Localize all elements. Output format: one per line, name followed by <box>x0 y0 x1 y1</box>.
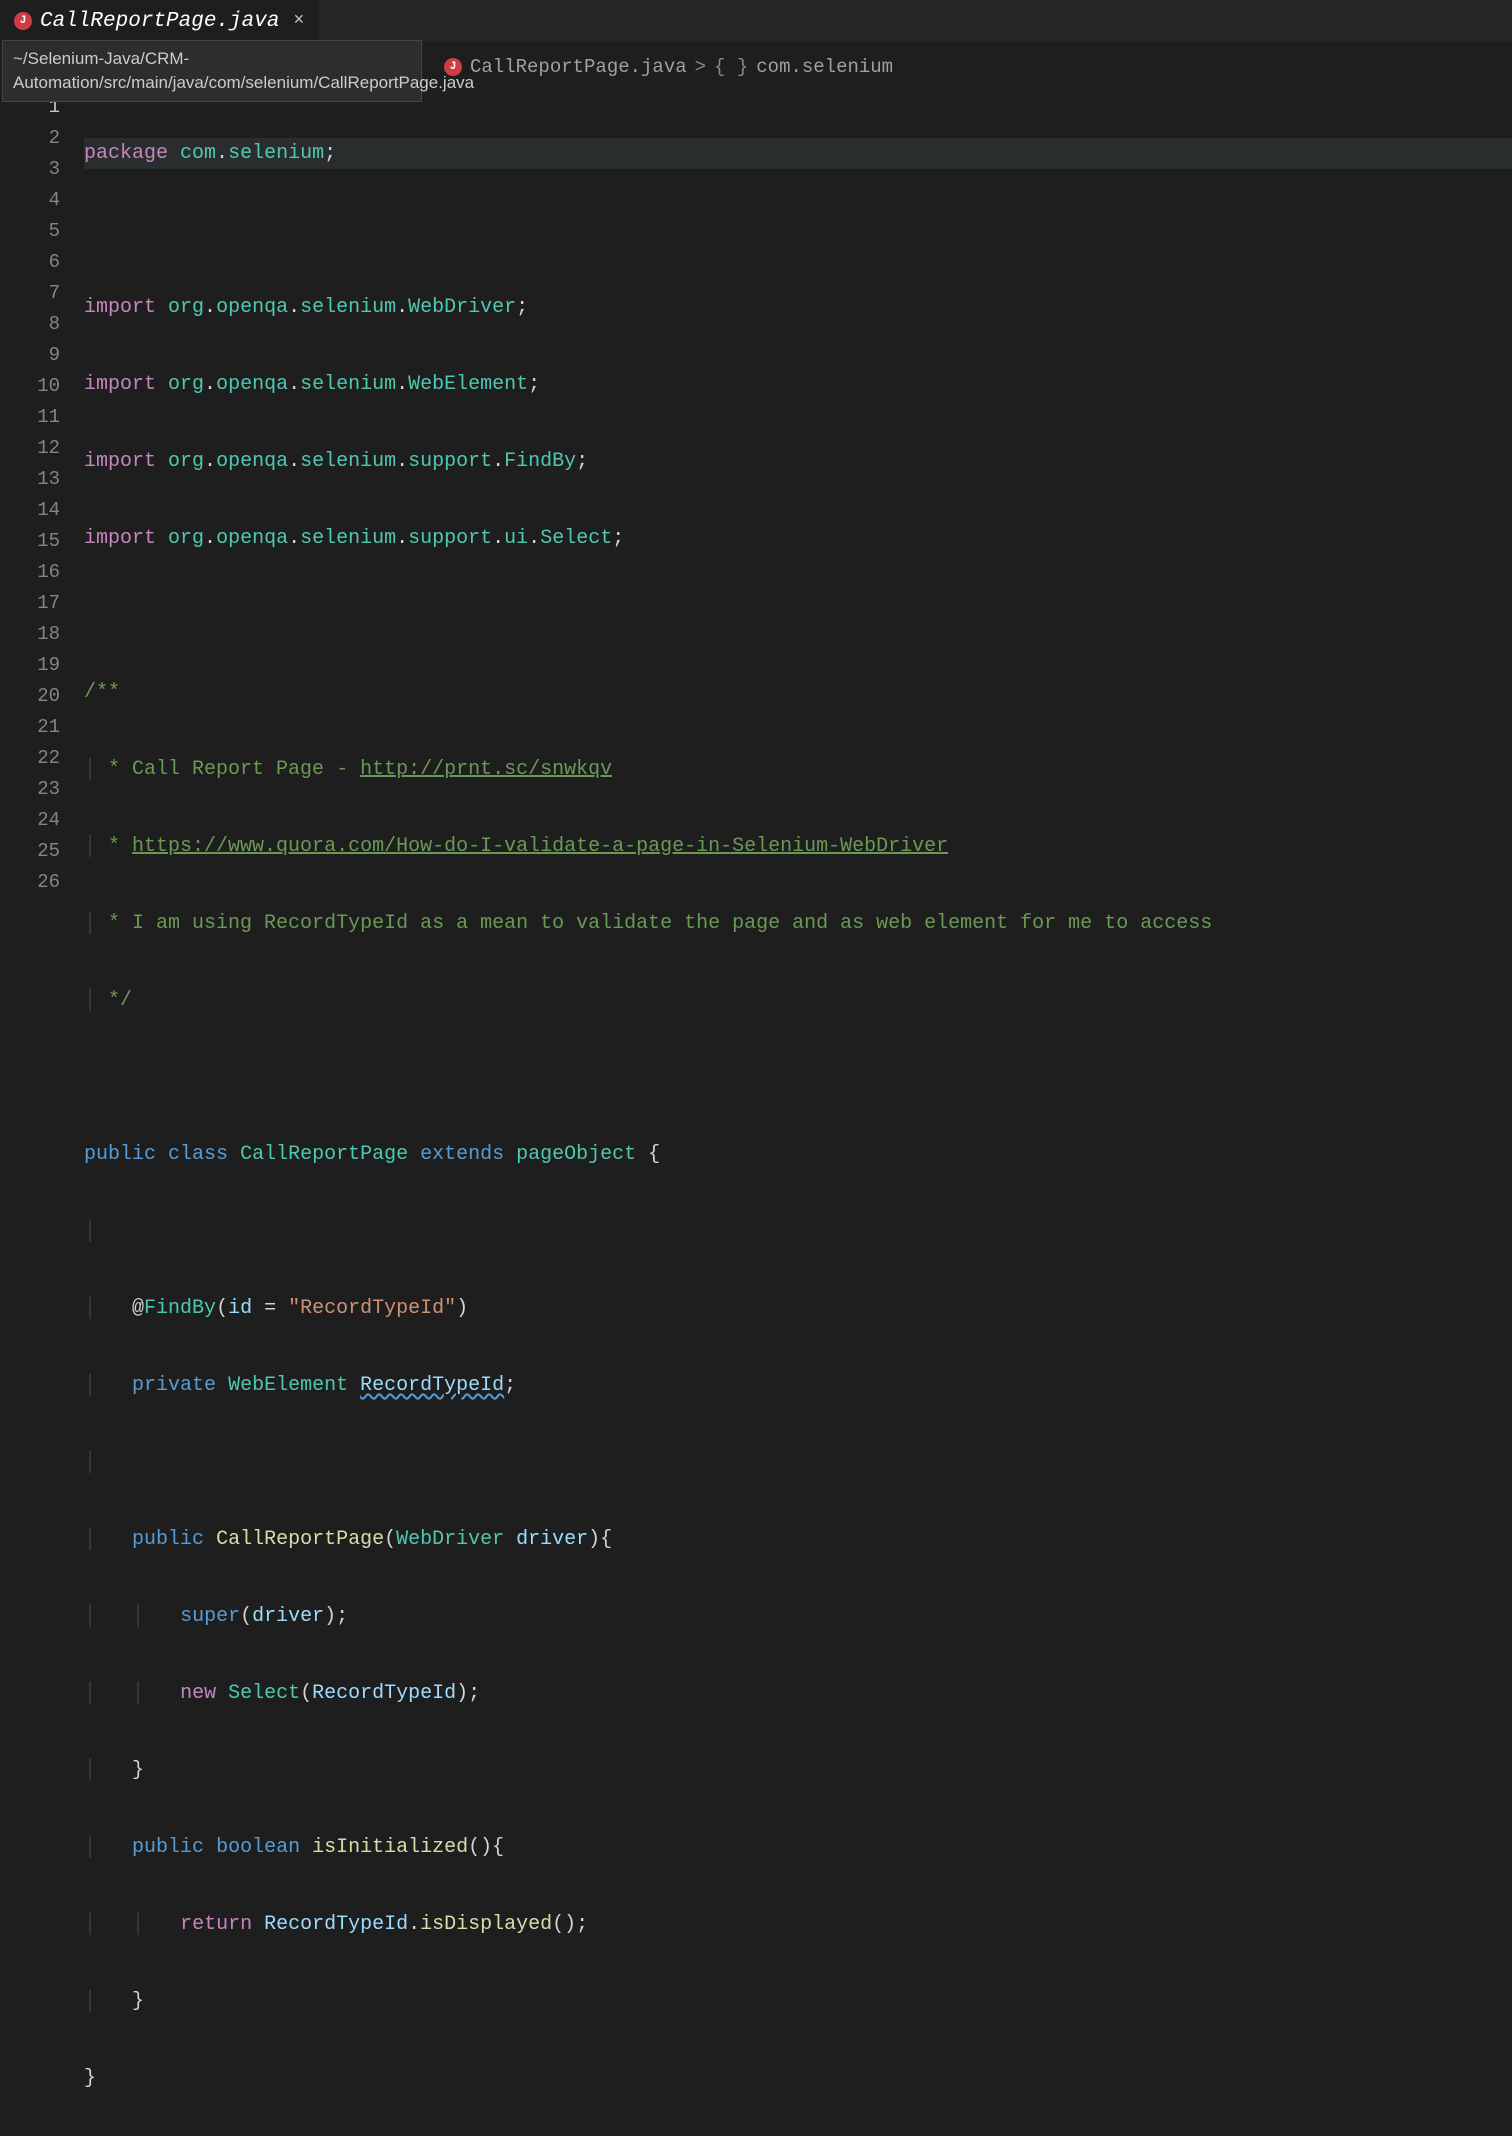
code-line[interactable]: package com.selenium; <box>84 138 1512 169</box>
breadcrumb-file[interactable]: CallReportPage.java <box>470 56 687 78</box>
code-line[interactable]: │ <box>84 1216 1512 1247</box>
line-number[interactable]: 6 <box>0 247 60 278</box>
namespace-icon: { } <box>714 56 748 78</box>
code-line[interactable]: │ <box>84 1447 1512 1478</box>
line-number[interactable]: 24 <box>0 805 60 836</box>
code-line[interactable]: │ @FindBy(id = "RecordTypeId") <box>84 1293 1512 1324</box>
code-line[interactable]: │ * I am using RecordTypeId as a mean to… <box>84 908 1512 939</box>
code-line[interactable]: │ */ <box>84 985 1512 1016</box>
line-number[interactable]: 17 <box>0 588 60 619</box>
line-number[interactable]: 3 <box>0 154 60 185</box>
tab-label: CallReportPage.java <box>40 10 279 33</box>
code-line[interactable]: public class CallReportPage extends page… <box>84 1139 1512 1170</box>
java-file-icon: J <box>14 12 32 30</box>
code-editor[interactable]: 1 2 3 4 5 6 7 8 9 10 11 12 13 14 15 16 1… <box>0 92 1512 2136</box>
line-number[interactable]: 7 <box>0 278 60 309</box>
line-number[interactable]: 11 <box>0 402 60 433</box>
line-number[interactable]: 8 <box>0 309 60 340</box>
code-line[interactable]: │ } <box>84 1755 1512 1786</box>
code-line[interactable]: } <box>84 2063 1512 2094</box>
line-gutter: 1 2 3 4 5 6 7 8 9 10 11 12 13 14 15 16 1… <box>0 92 84 2136</box>
line-number[interactable]: 9 <box>0 340 60 371</box>
code-line[interactable]: │ │ return RecordTypeId.isDisplayed(); <box>84 1909 1512 1940</box>
code-line[interactable]: │ │ new Select(RecordTypeId); <box>84 1678 1512 1709</box>
breadcrumb[interactable]: J CallReportPage.java > { } com.selenium <box>428 42 1512 92</box>
close-icon[interactable]: × <box>293 11 304 31</box>
line-number[interactable]: 13 <box>0 464 60 495</box>
code-line[interactable]: import org.openqa.selenium.WebDriver; <box>84 292 1512 323</box>
code-line[interactable]: │ * https://www.quora.com/How-do-I-valid… <box>84 831 1512 862</box>
line-number[interactable]: 18 <box>0 619 60 650</box>
chevron-right-icon: > <box>695 56 706 78</box>
code-line[interactable] <box>84 600 1512 631</box>
line-number[interactable]: 23 <box>0 774 60 805</box>
breadcrumb-namespace[interactable]: com.selenium <box>756 56 893 78</box>
code-line[interactable]: │ private WebElement RecordTypeId; <box>84 1370 1512 1401</box>
code-line[interactable]: │ } <box>84 1986 1512 2017</box>
line-number[interactable]: 15 <box>0 526 60 557</box>
comment-link[interactable]: http://prnt.sc/snwkqv <box>360 758 612 781</box>
line-number[interactable]: 25 <box>0 836 60 867</box>
line-number[interactable]: 26 <box>0 867 60 898</box>
code-line[interactable]: │ │ super(driver); <box>84 1601 1512 1632</box>
line-number[interactable]: 2 <box>0 123 60 154</box>
code-line[interactable]: import org.openqa.selenium.support.FindB… <box>84 446 1512 477</box>
code-line[interactable]: /** <box>84 677 1512 708</box>
line-number[interactable]: 19 <box>0 650 60 681</box>
code-line[interactable] <box>84 1062 1512 1093</box>
code-line[interactable]: import org.openqa.selenium.support.ui.Se… <box>84 523 1512 554</box>
line-number[interactable]: 16 <box>0 557 60 588</box>
code-line[interactable]: │ * Call Report Page - http://prnt.sc/sn… <box>84 754 1512 785</box>
line-number[interactable]: 4 <box>0 185 60 216</box>
line-number[interactable]: 10 <box>0 371 60 402</box>
code-line[interactable]: import org.openqa.selenium.WebElement; <box>84 369 1512 400</box>
line-number[interactable]: 5 <box>0 216 60 247</box>
line-number[interactable]: 12 <box>0 433 60 464</box>
line-number[interactable]: 20 <box>0 681 60 712</box>
code-line[interactable]: │ public CallReportPage(WebDriver driver… <box>84 1524 1512 1555</box>
code-line[interactable] <box>84 215 1512 246</box>
line-number[interactable]: 22 <box>0 743 60 774</box>
tab-tooltip: ~/Selenium-Java/CRM-Automation/src/main/… <box>2 40 422 102</box>
tab-bar: J CallReportPage.java × ~/Selenium-Java/… <box>0 0 1512 42</box>
code-line[interactable]: │ public boolean isInitialized(){ <box>84 1832 1512 1863</box>
comment-link[interactable]: https://www.quora.com/How-do-I-validate-… <box>132 835 948 858</box>
editor-tab[interactable]: J CallReportPage.java × <box>0 0 318 42</box>
code-area[interactable]: package com.selenium; import org.openqa.… <box>84 92 1512 2136</box>
line-number[interactable]: 21 <box>0 712 60 743</box>
line-number[interactable]: 14 <box>0 495 60 526</box>
